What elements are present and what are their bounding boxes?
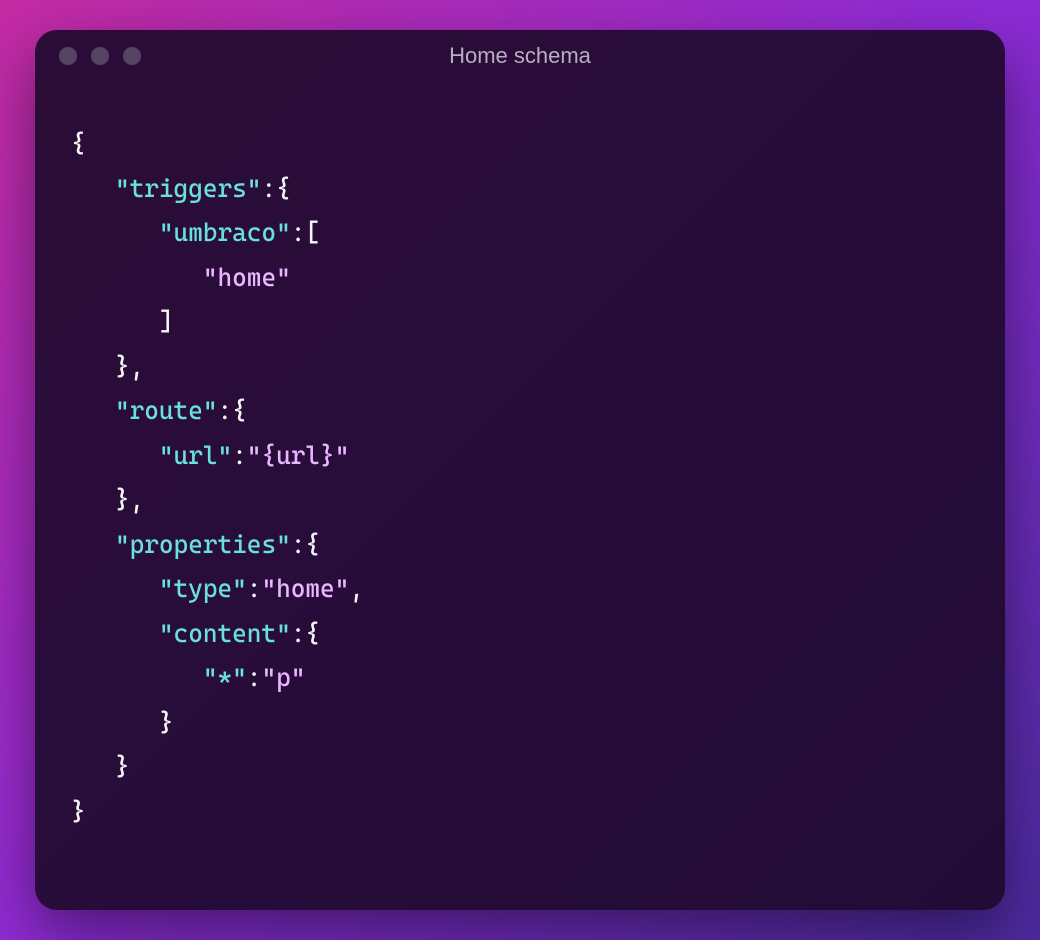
code-token-punc: } (71, 752, 130, 781)
code-line: "type":"home", (71, 567, 969, 612)
code-token-key: "*" (203, 663, 247, 692)
code-token-key: "content" (159, 619, 291, 648)
code-token-str: "home" (203, 263, 291, 292)
code-token-punc (71, 396, 115, 425)
titlebar: Home schema (35, 30, 1005, 82)
code-token-punc: } (71, 797, 86, 826)
code-line: }, (71, 345, 969, 390)
code-token-punc: :{ (218, 396, 247, 425)
code-token-punc (71, 218, 159, 247)
code-line: "url":"{url}" (71, 434, 969, 479)
code-token-punc (71, 530, 115, 559)
code-token-punc: :{ (291, 530, 320, 559)
code-token-punc: :{ (291, 619, 320, 648)
code-token-str: "home" (261, 574, 349, 603)
code-token-punc (71, 174, 115, 203)
code-token-punc (71, 263, 203, 292)
code-token-key: "url" (159, 441, 232, 470)
code-token-punc: ] (71, 307, 174, 336)
code-token-punc: :[ (291, 218, 320, 247)
code-line: "umbraco":[ (71, 211, 969, 256)
code-token-punc: : (247, 574, 262, 603)
code-line: }, (71, 478, 969, 523)
code-token-punc: { (71, 129, 86, 158)
code-token-punc (71, 619, 159, 648)
traffic-lights (59, 47, 141, 65)
code-line: "properties":{ (71, 523, 969, 568)
code-token-punc: : (247, 663, 262, 692)
code-token-key: "type" (159, 574, 247, 603)
code-line: "content":{ (71, 612, 969, 657)
code-line: } (71, 701, 969, 746)
code-token-punc: :{ (261, 174, 290, 203)
code-editor[interactable]: { "triggers":{ "umbraco":[ "home" ] }, "… (35, 82, 1005, 864)
code-token-punc: } (71, 708, 174, 737)
code-token-key: "properties" (115, 530, 291, 559)
code-line: } (71, 745, 969, 790)
code-token-punc (71, 574, 159, 603)
code-window: Home schema { "triggers":{ "umbraco":[ "… (35, 30, 1005, 910)
code-line: ] (71, 300, 969, 345)
code-token-punc (71, 441, 159, 470)
code-token-punc: : (232, 441, 247, 470)
code-line: "*":"p" (71, 656, 969, 701)
window-maximize-button[interactable] (123, 47, 141, 65)
code-token-str: "{url}" (247, 441, 350, 470)
code-token-punc: }, (71, 485, 144, 514)
window-title: Home schema (59, 43, 981, 69)
code-token-str: "p" (261, 663, 305, 692)
code-line: "home" (71, 256, 969, 301)
code-token-punc: }, (71, 352, 144, 381)
code-token-punc: , (349, 574, 364, 603)
code-token-punc (71, 663, 203, 692)
code-token-key: "umbraco" (159, 218, 291, 247)
window-minimize-button[interactable] (91, 47, 109, 65)
code-line: { (71, 122, 969, 167)
code-line: "route":{ (71, 389, 969, 434)
code-line: } (71, 790, 969, 835)
code-token-key: "triggers" (115, 174, 261, 203)
code-line: "triggers":{ (71, 167, 969, 212)
code-token-key: "route" (115, 396, 218, 425)
window-close-button[interactable] (59, 47, 77, 65)
